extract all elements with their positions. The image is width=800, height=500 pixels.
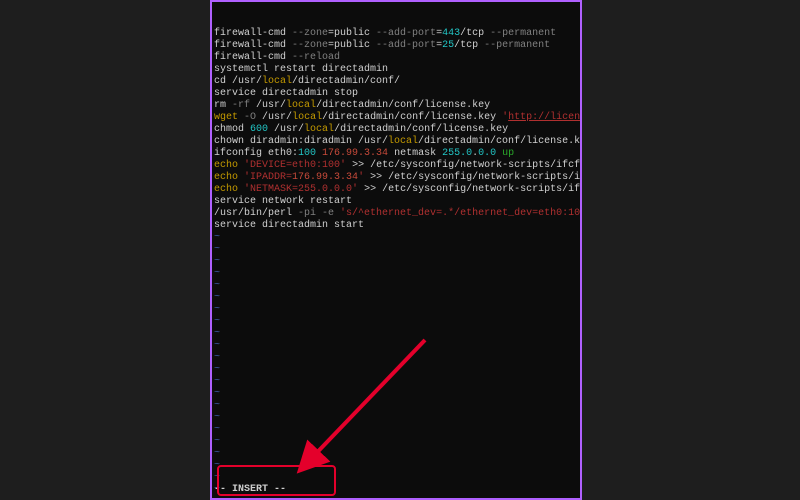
code-line: firewall-cmd --zone=public --add-port=44… (214, 28, 578, 40)
code-line: chmod 600 /usr/local/directadmin/conf/li… (214, 124, 578, 136)
vim-empty-line: ~ (214, 448, 578, 460)
code-line: echo 'IPADDR=176.99.3.34' >> /etc/syscon… (214, 172, 578, 184)
vim-empty-line: ~ (214, 472, 578, 484)
vim-empty-line: ~ (214, 268, 578, 280)
vim-empty-line: ~ (214, 436, 578, 448)
vim-empty-line: ~ (214, 340, 578, 352)
vim-empty-line: ~ (214, 232, 578, 244)
vim-empty-line: ~ (214, 400, 578, 412)
code-line: systemctl restart directadmin (214, 64, 578, 76)
vim-empty-line: ~ (214, 280, 578, 292)
code-line: service directadmin start (214, 220, 578, 232)
vim-empty-line: ~ (214, 424, 578, 436)
vim-empty-line: ~ (214, 304, 578, 316)
code-line: service directadmin stop (214, 88, 578, 100)
code-line: rm -rf /usr/local/directadmin/conf/licen… (214, 100, 578, 112)
vim-terminal[interactable]: firewall-cmd --zone=public --add-port=44… (210, 0, 582, 500)
code-line: echo 'DEVICE=eth0:100' >> /etc/sysconfig… (214, 160, 578, 172)
vim-empty-line: ~ (214, 328, 578, 340)
vim-empty-line: ~ (214, 256, 578, 268)
code-line: cd /usr/local/directadmin/conf/ (214, 76, 578, 88)
code-line: echo 'NETMASK=255.0.0.0' >> /etc/sysconf… (214, 184, 578, 196)
code-line: chown diradmin:diradmin /usr/local/direc… (214, 136, 578, 148)
vim-empty-line: ~ (214, 292, 578, 304)
vim-empty-line: ~ (214, 364, 578, 376)
vim-empty-line: ~ (214, 352, 578, 364)
vim-empty-line: ~ (214, 388, 578, 400)
vim-empty-line: ~ (214, 316, 578, 328)
code-line: wget -O /usr/local/directadmin/conf/lice… (214, 112, 578, 124)
code-line: firewall-cmd --zone=public --add-port=25… (214, 40, 578, 52)
code-line: /usr/bin/perl -pi -e 's/^ethernet_dev=.*… (214, 208, 578, 220)
vim-buffer: firewall-cmd --zone=public --add-port=44… (214, 28, 578, 496)
code-line: ifconfig eth0:100 176.99.3.34 netmask 25… (214, 148, 578, 160)
vim-empty-line: ~ (214, 460, 578, 472)
code-line: firewall-cmd --reload (214, 52, 578, 64)
vim-empty-line: ~ (214, 412, 578, 424)
vim-empty-line: ~ (214, 244, 578, 256)
vim-empty-line: ~ (214, 376, 578, 388)
code-line: service network restart (214, 196, 578, 208)
vim-mode-status: -- INSERT -- (214, 484, 286, 496)
